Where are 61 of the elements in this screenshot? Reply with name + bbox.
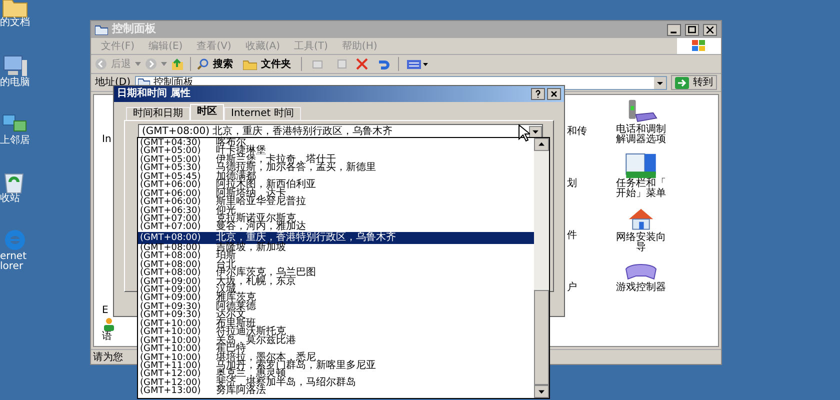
control-panel-item-label[interactable]: In [102, 134, 112, 145]
control-panel-item-label[interactable]: 任务栏和「 [616, 179, 666, 189]
taskbar-window-icon [624, 153, 658, 179]
control-panel-item-label[interactable]: 导 [636, 243, 646, 253]
search-icon[interactable] [197, 58, 209, 70]
scroll-up-icon[interactable] [534, 138, 549, 151]
folder-icon [95, 24, 108, 35]
timezone-option[interactable]: (GMT+07:00) 曼谷，河内，雅加达 [138, 223, 534, 232]
control-panel-item-label[interactable]: 开始」菜单 [616, 189, 666, 199]
desktop-icon-label[interactable]: 的文档 [0, 18, 30, 28]
timezone-option[interactable]: (GMT+06:00) 斯里哈亚华登尼普拉 [138, 198, 534, 206]
dropdown-caret-icon[interactable] [529, 126, 542, 138]
scroll-thumb[interactable] [534, 290, 549, 385]
delete-icon[interactable] [356, 58, 368, 70]
control-panel-item-label[interactable]: 件 [567, 230, 587, 242]
go-arrow-icon [675, 76, 689, 88]
views-icon[interactable] [407, 58, 429, 70]
search-button[interactable]: 搜索 [213, 56, 233, 72]
timezone-option[interactable]: (GMT+08:00) 吉隆坡，新加坡 [138, 244, 534, 252]
control-panel-item-label[interactable]: 游戏控制器 [616, 283, 666, 293]
control-panel-item-label[interactable]: 电话和调制 [616, 125, 666, 135]
timezone-option[interactable]: (GMT+09:00) 大坂，札幌，东京 [138, 278, 534, 286]
scroll-down-icon[interactable] [534, 385, 549, 398]
desktop-icon-label[interactable]: lorer [0, 262, 24, 272]
control-panel-item-label[interactable]: E [102, 305, 116, 317]
desktop-icon-label[interactable]: 的电脑 [0, 78, 30, 88]
desktop-icon-label[interactable]: 上邻居 [0, 136, 30, 146]
desktop-icon-label[interactable]: ernet [0, 252, 26, 262]
caret-icon [135, 62, 141, 66]
flag-logo-icon [690, 40, 708, 52]
users-icon [102, 317, 116, 331]
folders-button[interactable]: 文件夹 [261, 56, 291, 72]
control-panel-item-label[interactable]: 解调器选项 [616, 135, 666, 145]
timezone-option[interactable]: (GMT+05:30) 马德拉斯，加尔各答，孟买，新德里 [138, 164, 534, 173]
computer-icon [2, 54, 28, 78]
timezone-option[interactable]: (GMT+13:00) 努库阿洛法 [138, 387, 534, 396]
close-icon[interactable] [703, 24, 717, 36]
window-title: 控制面板 [112, 21, 156, 38]
tab[interactable]: 时区 [190, 104, 224, 120]
help-icon[interactable] [531, 88, 545, 100]
go-button[interactable]: 转到 [671, 75, 717, 90]
dropdown-caret-icon[interactable] [654, 76, 666, 88]
dialog-title: 日期和时间 属性 [117, 88, 190, 100]
tab[interactable]: Internet 时间 [224, 107, 301, 120]
minimize-icon[interactable] [667, 24, 681, 36]
close-icon[interactable] [547, 88, 561, 100]
desktop-icon-label[interactable]: 收站 [0, 194, 20, 204]
control-panel-item-label[interactable]: 户 [567, 282, 587, 294]
undo-icon[interactable] [376, 58, 390, 70]
timezone-option[interactable]: (GMT+09:00) 雅库茨克 [138, 294, 534, 303]
control-panel-item-label[interactable]: 和传 [567, 126, 587, 138]
control-panel-item-label[interactable]: 网络安装向 [616, 233, 666, 243]
folder-icon [2, 0, 28, 18]
control-panel-item-label[interactable]: 划 [567, 178, 587, 190]
maximize-icon[interactable] [685, 24, 699, 36]
status-text: 请为您 [93, 350, 123, 364]
timezone-option[interactable]: (GMT+09:30) 阿德莱德 [138, 302, 534, 312]
caret-icon [161, 62, 167, 66]
control-panel-item-label[interactable]: 语 [102, 331, 116, 343]
timezone-option[interactable]: (GMT+08:00) 珀斯 [138, 252, 534, 261]
timezone-option[interactable]: (GMT+06:00) 阿拉木图，新西伯利亚 [138, 181, 534, 190]
